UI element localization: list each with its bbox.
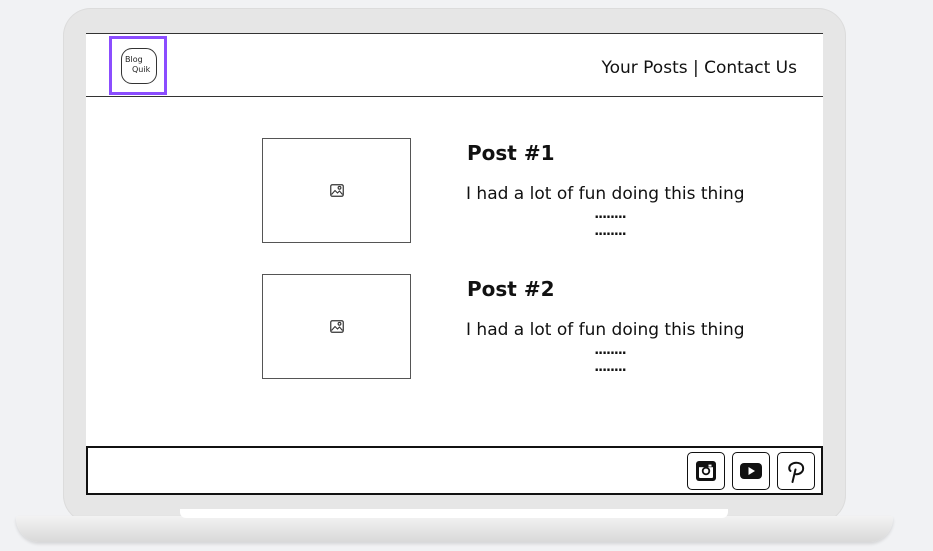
nav-your-posts[interactable]: Your Posts — [601, 58, 687, 78]
blog-quik-logo: Blog Quik — [121, 48, 157, 84]
pinterest-button[interactable] — [777, 452, 815, 490]
youtube-button[interactable] — [732, 452, 770, 490]
image-icon — [330, 184, 344, 197]
pinterest-icon — [788, 461, 805, 483]
post-title[interactable]: Post #1 — [467, 141, 555, 165]
post-excerpt: I had a lot of fun doing this thing — [466, 320, 745, 340]
logo-line-2: Quik — [132, 65, 151, 74]
post-card[interactable]: Post #1 I had a lot of fun doing this th… — [262, 138, 782, 248]
laptop-screen: Blog Quik Your Posts | Contact Us Post #… — [86, 33, 823, 495]
laptop-notch — [180, 509, 728, 518]
post-title[interactable]: Post #2 — [467, 277, 555, 301]
laptop-base — [16, 516, 893, 542]
logo-button[interactable]: Blog Quik — [109, 36, 167, 95]
youtube-icon — [740, 463, 762, 479]
post-ellipsis: ........ — [594, 207, 627, 222]
post-ellipsis: ........ — [594, 360, 627, 375]
nav-contact-us[interactable]: Contact Us — [704, 58, 797, 78]
post-thumbnail[interactable] — [262, 138, 411, 243]
nav-separator: | — [687, 58, 705, 78]
site-header: Blog Quik Your Posts | Contact Us — [86, 33, 823, 97]
post-ellipsis: ........ — [594, 343, 627, 358]
logo-line-1: Blog — [125, 55, 143, 64]
instagram-icon — [696, 461, 716, 481]
post-ellipsis: ........ — [594, 224, 627, 239]
site-footer — [86, 446, 823, 495]
post-thumbnail[interactable] — [262, 274, 411, 379]
instagram-button[interactable] — [687, 452, 725, 490]
image-icon — [330, 320, 344, 333]
main-nav: Your Posts | Contact Us — [601, 58, 797, 78]
post-excerpt: I had a lot of fun doing this thing — [466, 184, 745, 204]
post-card[interactable]: Post #2 I had a lot of fun doing this th… — [262, 274, 782, 384]
